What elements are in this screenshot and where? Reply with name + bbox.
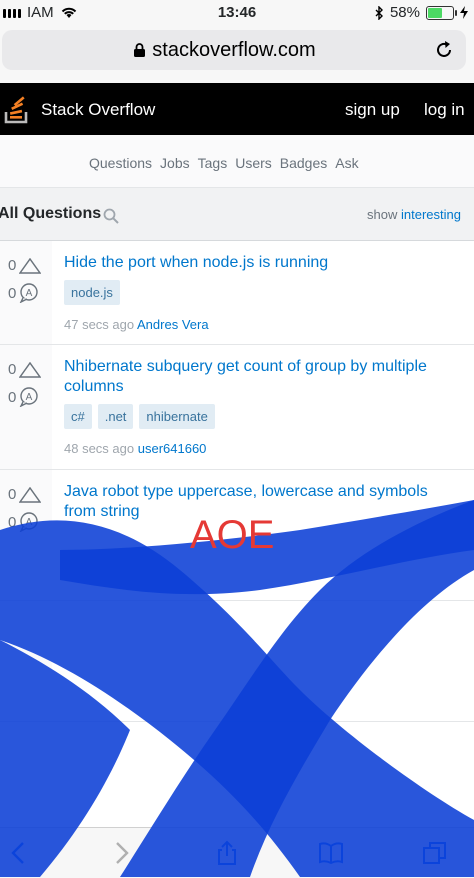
interesting-link[interactable]: interesting xyxy=(401,207,461,222)
status-bar: IAM 13:46 58% xyxy=(0,0,474,26)
question-stats: 0 0 A xyxy=(0,345,52,469)
site-header: Stack Overflow sign up log in xyxy=(0,83,474,135)
tag-list: c# .net nhibernate xyxy=(64,404,215,429)
answer-bubble-icon: A xyxy=(20,283,39,303)
vote-stat: 0 xyxy=(8,361,42,378)
url-host: stackoverflow.com xyxy=(152,39,316,61)
answer-stat: 0 A xyxy=(8,283,39,303)
answer-count: 0 xyxy=(8,284,17,302)
question-user[interactable]: user641660 xyxy=(138,441,207,456)
vote-stat: 0 xyxy=(8,257,42,274)
questions-header: All Questions show interesting xyxy=(0,188,474,241)
tag[interactable]: c# xyxy=(64,404,92,429)
nav-users[interactable]: Users xyxy=(235,155,272,171)
question-meta: 47 secs ago Andres Vera xyxy=(64,317,209,332)
svg-text:A: A xyxy=(26,288,33,299)
bluetooth-icon xyxy=(375,5,383,20)
question-user[interactable]: Andres Vera xyxy=(137,317,209,332)
answer-count: 0 xyxy=(8,388,17,406)
status-right: 58% xyxy=(375,4,468,21)
question-title[interactable]: Hide the port when node.js is running xyxy=(64,253,464,273)
search-icon[interactable] xyxy=(103,208,119,224)
tag[interactable]: node.js xyxy=(64,280,120,305)
show-filter: show interesting xyxy=(367,207,461,222)
nav-badges[interactable]: Badges xyxy=(280,155,327,171)
site-brand[interactable]: Stack Overflow xyxy=(41,100,155,120)
question-stats: 0 0 A xyxy=(0,241,52,344)
nav-questions[interactable]: Questions xyxy=(89,155,152,171)
site-nav: Questions Jobs Tags Users Badges Ask xyxy=(0,135,474,188)
question-row: 0 0 A Nhibernate subquery get count of g… xyxy=(0,345,474,470)
upvote-icon[interactable] xyxy=(19,257,42,274)
browser-address-bar: stackoverflow.com xyxy=(0,26,474,83)
question-meta: 48 secs ago user641660 xyxy=(64,441,206,456)
nav-ask[interactable]: Ask xyxy=(335,155,358,171)
tag-list: node.js xyxy=(64,280,120,305)
charging-icon xyxy=(460,6,468,19)
log-in-link[interactable]: log in xyxy=(424,100,465,120)
nav-jobs[interactable]: Jobs xyxy=(160,155,190,171)
answer-bubble-icon: A xyxy=(20,387,39,407)
show-label: show xyxy=(367,207,398,222)
nav-tags[interactable]: Tags xyxy=(198,155,228,171)
battery-percent: 58% xyxy=(389,4,420,21)
upvote-icon[interactable] xyxy=(19,361,42,378)
sign-up-link[interactable]: sign up xyxy=(345,100,400,120)
page-title: All Questions xyxy=(0,205,102,222)
annotation-text: AOE xyxy=(190,513,275,557)
reload-icon[interactable] xyxy=(434,40,454,60)
tag[interactable]: .net xyxy=(97,404,134,429)
question-time: 48 secs ago xyxy=(64,441,135,456)
url-field[interactable]: stackoverflow.com xyxy=(2,30,466,70)
question-time: 47 secs ago xyxy=(64,317,135,332)
question-row: 0 0 A Hide the port when node.js is runn… xyxy=(0,241,474,345)
svg-text:A: A xyxy=(26,392,33,403)
vote-count: 0 xyxy=(8,257,17,274)
answer-stat: 0 A xyxy=(8,387,39,407)
question-title[interactable]: Nhibernate subquery get count of group b… xyxy=(64,357,464,397)
tag[interactable]: nhibernate xyxy=(139,404,215,429)
battery-icon xyxy=(426,5,457,20)
vote-count: 0 xyxy=(8,361,17,378)
stackoverflow-logo-icon[interactable] xyxy=(4,92,30,124)
